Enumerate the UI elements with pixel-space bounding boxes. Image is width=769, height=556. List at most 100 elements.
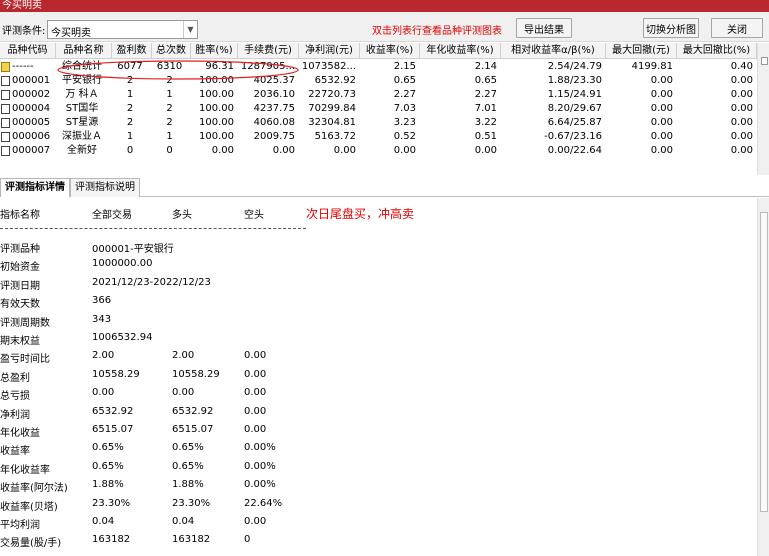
toolbar: 评测条件: 今买明卖 ▼ 双击列表行查看品种评测图表 导出结果 切换分析图 关闭	[0, 12, 769, 42]
metric-all: 343	[92, 313, 112, 325]
close-button[interactable]: 关闭	[711, 18, 763, 38]
stock-icon	[1, 118, 10, 128]
table-header: 品种代码 品种名称 盈利数 总次数 胜率(%) 手续费(元) 净利润(元) 收益…	[0, 43, 757, 59]
cell-name: ST国华	[65, 103, 99, 114]
col-header-name[interactable]: 品种名称	[56, 43, 112, 59]
cell-code: 000007	[12, 145, 51, 156]
metric-row: 有效天数 366	[0, 295, 757, 311]
col-header-fee[interactable]: 手续费(元)	[238, 43, 299, 59]
col-header-winrate[interactable]: 胜率(%)	[191, 43, 238, 59]
cell-annual-return: 7.01	[474, 103, 497, 114]
metric-row: 评测周期数 343	[0, 314, 757, 330]
metric-name: 收益率(贝塔)	[0, 501, 58, 513]
metric-all: 163182	[92, 534, 131, 546]
cell-max-drawdown-ratio: 0.00	[730, 75, 753, 86]
col-header-code[interactable]: 品种代码	[0, 43, 56, 59]
cell-max-drawdown: 0.00	[650, 89, 673, 100]
detail-panel: 指标名称 全部交易 多头 空头 次日尾盘买，冲高卖 评测品种 000001-平安银…	[0, 198, 757, 556]
cell-alpha-beta: 6.64/25.87	[547, 117, 602, 128]
double-click-hint: 双击列表行查看品种评测图表	[372, 26, 502, 37]
stock-icon	[1, 76, 10, 86]
cell-total: 2	[166, 103, 173, 114]
cell-annual-return: 0.51	[474, 131, 497, 142]
cell-winrate: 100.00	[199, 131, 234, 142]
window-title: 今买明卖	[2, 0, 42, 11]
table-row[interactable]: 000004 ST国华 2 2 100.00 4237.75 70299.84 7.03 7.0…	[0, 102, 757, 116]
metric-short: 0.00%	[244, 460, 276, 472]
metric-name: 盈亏时间比	[0, 354, 50, 366]
table-row[interactable]: 000005 ST星源 2 2 100.00 4060.08 32304.81 3.23 3.2…	[0, 116, 757, 130]
metric-short: 0.00	[244, 368, 267, 380]
metric-long: 0.65%	[172, 442, 204, 454]
metric-short: 0.00	[244, 350, 267, 362]
cell-netprofit: 6532.92	[314, 75, 356, 86]
cell-alpha-beta: 1.15/24.91	[547, 89, 602, 100]
switch-chart-button[interactable]: 切换分析图	[643, 18, 699, 38]
detail-scrollbar-thumb[interactable]	[760, 212, 768, 512]
table-row[interactable]: 000006 深振业Ａ 1 1 100.00 2009.75 5163.72 0.52 0.51…	[0, 130, 757, 144]
cell-fee: 4237.75	[253, 103, 295, 114]
metric-row: 盈亏时间比 2.00 2.00 0.00	[0, 350, 757, 366]
cell-code: 000002	[12, 89, 51, 100]
stock-icon	[1, 104, 10, 114]
metric-row: 总亏损 0.00 0.00 0.00	[0, 387, 757, 403]
metric-long: 163182	[172, 534, 211, 546]
cell-alpha-beta: 2.54/24.79	[547, 61, 602, 72]
metric-name: 年化收益率	[0, 464, 50, 476]
metric-all: 2021/12/23-2022/12/23	[92, 276, 211, 288]
cell-max-drawdown-ratio: 0.00	[730, 145, 753, 156]
metric-name: 评测品种	[0, 244, 40, 255]
table-row[interactable]: 000002 万 科Ａ 1 1 100.00 2036.10 22720.73 2.27 2.2…	[0, 88, 757, 102]
col-header-return[interactable]: 收益率(%)	[360, 43, 420, 59]
table-scrollbar-thumb[interactable]	[761, 57, 768, 65]
cell-fee: 2036.10	[253, 89, 295, 100]
metric-short: 0.00	[244, 387, 267, 399]
metric-long: 6515.07	[172, 424, 214, 435]
col-header-netprofit[interactable]: 净利润(元)	[299, 43, 360, 59]
metric-short: 0.00	[244, 405, 267, 417]
cell-winrate: 100.00	[199, 89, 234, 100]
table-scrollbar[interactable]	[757, 43, 769, 175]
condition-label: 评测条件:	[2, 26, 46, 37]
col-header-max-drawdown[interactable]: 最大回撤(元)	[606, 43, 677, 59]
metric-long: 0.00	[172, 387, 195, 399]
metric-row: 收益率(阿尔法) 1.88% 1.88% 0.00%	[0, 479, 757, 495]
col-header-alpha-beta[interactable]: 相对收益率α/β(%)	[501, 43, 606, 59]
metric-name: 总盈利	[0, 372, 30, 384]
cell-code: 000004	[12, 103, 51, 114]
metric-name: 收益率	[0, 446, 30, 458]
cell-return: 2.27	[393, 89, 416, 100]
window-title-bar[interactable]: 今买明卖	[0, 0, 769, 12]
cell-code: 000006	[12, 131, 51, 142]
metric-name: 平均利润	[0, 520, 40, 531]
cell-winrate: 0.00	[211, 145, 234, 156]
tab-metric-details[interactable]: 评测指标详情	[0, 178, 70, 197]
metric-name: 交易量(股/手)	[0, 538, 62, 550]
metric-row: 收益率 0.65% 0.65% 0.00%	[0, 442, 757, 458]
col-header-max-drawdown-ratio[interactable]: 最大回撤比(%)	[677, 43, 757, 59]
cell-fee: 0.00	[272, 145, 295, 156]
export-button[interactable]: 导出结果	[516, 18, 572, 38]
col-header-wins[interactable]: 盈利数	[112, 43, 152, 59]
col-header-total[interactable]: 总次数	[152, 43, 191, 59]
detail-scrollbar[interactable]	[757, 198, 769, 556]
tab-metric-explanation[interactable]: 评测指标说明	[70, 178, 140, 197]
cell-netprofit: 22720.73	[308, 89, 356, 100]
cell-netprofit: 0.00	[333, 145, 356, 156]
cell-wins: 2	[126, 103, 134, 114]
metric-all: 6515.07	[92, 424, 134, 435]
col-header-annual-return[interactable]: 年化收益率(%)	[420, 43, 501, 59]
metric-long: 0.04	[172, 516, 195, 527]
cell-max-drawdown: 4199.81	[631, 61, 673, 72]
detail-header-short: 空头	[244, 210, 264, 221]
cell-max-drawdown-ratio: 0.00	[730, 103, 753, 114]
chevron-down-icon[interactable]: ▼	[183, 21, 197, 38]
table-row[interactable]: 000007 全新好 0 0 0.00 0.00 0.00 0.00 0.00 0.00/22.6…	[0, 144, 757, 158]
cell-wins: 1	[126, 89, 134, 100]
stock-icon	[1, 90, 10, 100]
metric-short: 0.00	[244, 424, 267, 435]
detail-tabs: 评测指标详情 评测指标说明	[0, 178, 769, 197]
condition-select[interactable]: 今买明卖 ▼	[47, 20, 198, 39]
cell-name: 万 科Ａ	[65, 89, 99, 100]
metric-row: 年化收益率 0.65% 0.65% 0.00%	[0, 461, 757, 477]
